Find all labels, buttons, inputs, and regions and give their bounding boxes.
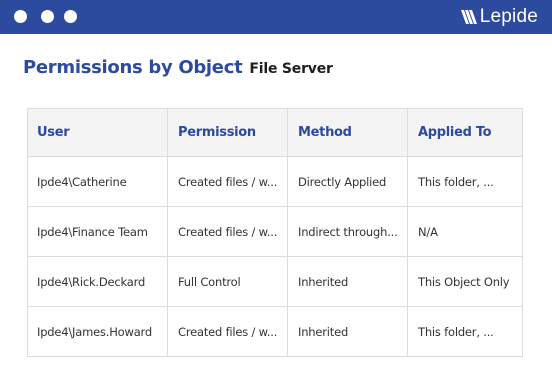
cell-method: Directly Applied <box>287 156 408 207</box>
brand-logo: Lepide <box>460 5 538 29</box>
cell-user: Ipde4\Catherine <box>27 156 168 207</box>
table-row[interactable]: Ipde4\James.Howard Created files / w... … <box>27 306 523 357</box>
window-titlebar: Lepide <box>0 0 552 34</box>
brand-name: Lepide <box>479 6 538 27</box>
lepide-logo-icon <box>460 10 477 24</box>
cell-method: Inherited <box>287 306 408 357</box>
permissions-table: User Permission Method Applied To Ipde4\… <box>27 108 523 357</box>
table-header-row: User Permission Method Applied To <box>27 108 523 157</box>
page-subtitle: File Server <box>249 61 333 77</box>
column-header-user[interactable]: User <box>27 108 168 157</box>
window-minimize-dot[interactable] <box>41 10 54 23</box>
cell-permission: Created files / w... <box>167 206 288 257</box>
cell-user: Ipde4\Rick.Deckard <box>27 256 168 307</box>
cell-method: Inherited <box>287 256 408 307</box>
table-row[interactable]: Ipde4\Finance Team Created files / w... … <box>27 206 523 257</box>
window-close-dot[interactable] <box>14 10 27 23</box>
column-header-method[interactable]: Method <box>287 108 408 157</box>
window-maximize-dot[interactable] <box>64 10 77 23</box>
table-row[interactable]: Ipde4\Rick.Deckard Full Control Inherite… <box>27 256 523 307</box>
cell-applied-to: This folder, ... <box>407 306 523 357</box>
cell-permission: Created files / w... <box>167 306 288 357</box>
cell-method: Indirect through... <box>287 206 408 257</box>
column-header-permission[interactable]: Permission <box>167 108 288 157</box>
cell-user: Ipde4\Finance Team <box>27 206 168 257</box>
cell-applied-to: This folder, ... <box>407 156 523 207</box>
page-title: Permissions by Object <box>23 57 243 78</box>
cell-permission: Created files / w... <box>167 156 288 207</box>
page-heading: Permissions by Object File Server <box>23 57 333 78</box>
column-header-applied-to[interactable]: Applied To <box>407 108 523 157</box>
cell-permission: Full Control <box>167 256 288 307</box>
table-row[interactable]: Ipde4\Catherine Created files / w... Dir… <box>27 156 523 207</box>
cell-applied-to: This Object Only <box>407 256 523 307</box>
cell-user: Ipde4\James.Howard <box>27 306 168 357</box>
cell-applied-to: N/A <box>407 206 523 257</box>
